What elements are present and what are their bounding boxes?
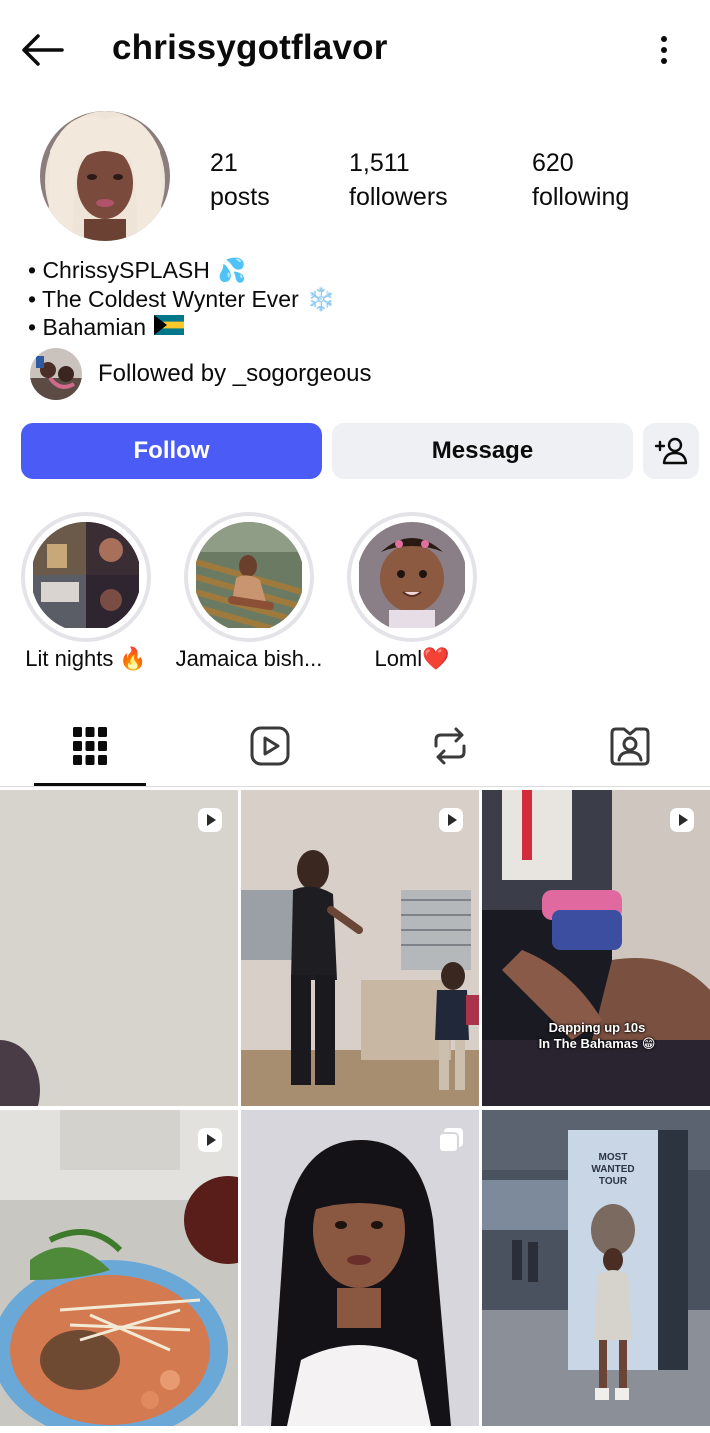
post-thumbnail[interactable] [241,1110,479,1426]
follow-button[interactable]: Follow [21,423,322,479]
post-thumbnail[interactable] [0,790,238,1106]
bahamas-flag-icon [154,313,185,342]
reel-badge-icon [198,808,222,832]
bio-text: • Bahamian [28,314,147,340]
reels-icon [250,726,290,766]
svg-text:WANTED: WANTED [591,1164,634,1175]
following-stat[interactable]: 620 following [532,146,629,214]
profile-bio: • ChrissySPLASH 💦 • The Coldest Wynter E… [28,256,335,342]
story-highlight[interactable]: Lit nights 🔥 [21,512,151,672]
followed-by-prefix: Followed by [98,360,233,387]
highlight-label: Loml ❤️ [347,646,477,672]
followed-by[interactable]: Followed by _sogorgeous [30,348,372,400]
vertical-dots-icon [661,36,667,64]
tab-reels[interactable] [214,705,326,787]
fire-emoji-icon: 🔥 [119,646,147,671]
reel-badge-icon [439,808,463,832]
more-options-button[interactable] [646,30,682,70]
tab-reposts[interactable] [394,705,506,787]
arrow-left-icon [22,34,64,66]
highlight-label: Jamaica bish... [164,646,334,672]
followers-stat[interactable]: 1,511 followers [349,146,448,214]
snowflake-emoji-icon: ❄️ [306,285,336,312]
carousel-badge-icon [438,1128,463,1153]
followed-by-text: Followed by _sogorgeous [98,360,372,388]
tagged-person-icon [610,727,650,766]
post-thumbnail[interactable] [241,790,479,1106]
followers-count: 1,511 [349,149,410,177]
tabs-divider [0,786,710,787]
highlight-title: Loml [374,646,423,671]
posts-label: posts [210,183,270,211]
highlight-ring [21,512,151,642]
highlight-ring [347,512,477,642]
add-person-icon [654,437,688,465]
post-thumbnail[interactable]: Dapping up 10s In The Bahamas 😁 [482,790,710,1106]
heart-emoji-icon: ❤️ [422,646,450,671]
highlight-label: Lit nights 🔥 [21,646,151,672]
following-label: following [532,183,630,211]
following-count: 620 [532,149,574,177]
profile-username: chrissygotflavor [112,28,388,67]
post-caption-overlay: Dapping up 10s In The Bahamas 😁 [538,1020,656,1051]
story-highlight[interactable]: Loml ❤️ [347,512,477,672]
bio-text: • The Coldest Wynter Ever [28,285,299,312]
highlight-cover [31,522,141,632]
profile-tabs [0,705,710,787]
message-button[interactable]: Message [332,423,633,479]
bio-line: • ChrissySPLASH 💦 [28,256,335,285]
highlight-cover [357,522,467,632]
top-bar: chrissygotflavor [0,0,710,100]
reel-badge-icon [198,1128,222,1152]
post-thumbnail[interactable] [0,1110,238,1426]
tab-tagged[interactable] [574,705,686,787]
svg-text:TOUR: TOUR [599,1176,628,1187]
highlight-title: Lit nights [25,646,114,671]
mutual-follower-avatar [30,348,82,400]
bio-line: • The Coldest Wynter Ever ❄️ [28,285,335,314]
bio-text: • ChrissySPLASH [28,257,210,283]
bio-line: • Bahamian [28,313,335,342]
posts-count: 21 [210,149,238,177]
svg-text:MOST: MOST [599,1152,628,1163]
profile-avatar[interactable] [40,111,170,241]
followed-by-username[interactable]: _sogorgeous [233,360,372,387]
followers-label: followers [349,183,448,211]
suggested-users-button[interactable] [643,423,699,479]
highlight-title: Jamaica bish... [175,646,323,671]
repost-icon [434,727,466,765]
back-button[interactable] [18,28,66,72]
droplets-emoji-icon: 💦 [217,257,247,283]
highlight-cover [194,522,304,632]
posts-stat[interactable]: 21 posts [210,146,270,214]
tab-grid[interactable] [34,705,146,787]
story-highlight[interactable]: Jamaica bish... [176,512,322,672]
reel-badge-icon [670,808,694,832]
grid-icon [73,727,107,765]
post-thumbnail[interactable]: MOST WANTED TOUR [482,1110,710,1426]
highlight-ring [184,512,314,642]
